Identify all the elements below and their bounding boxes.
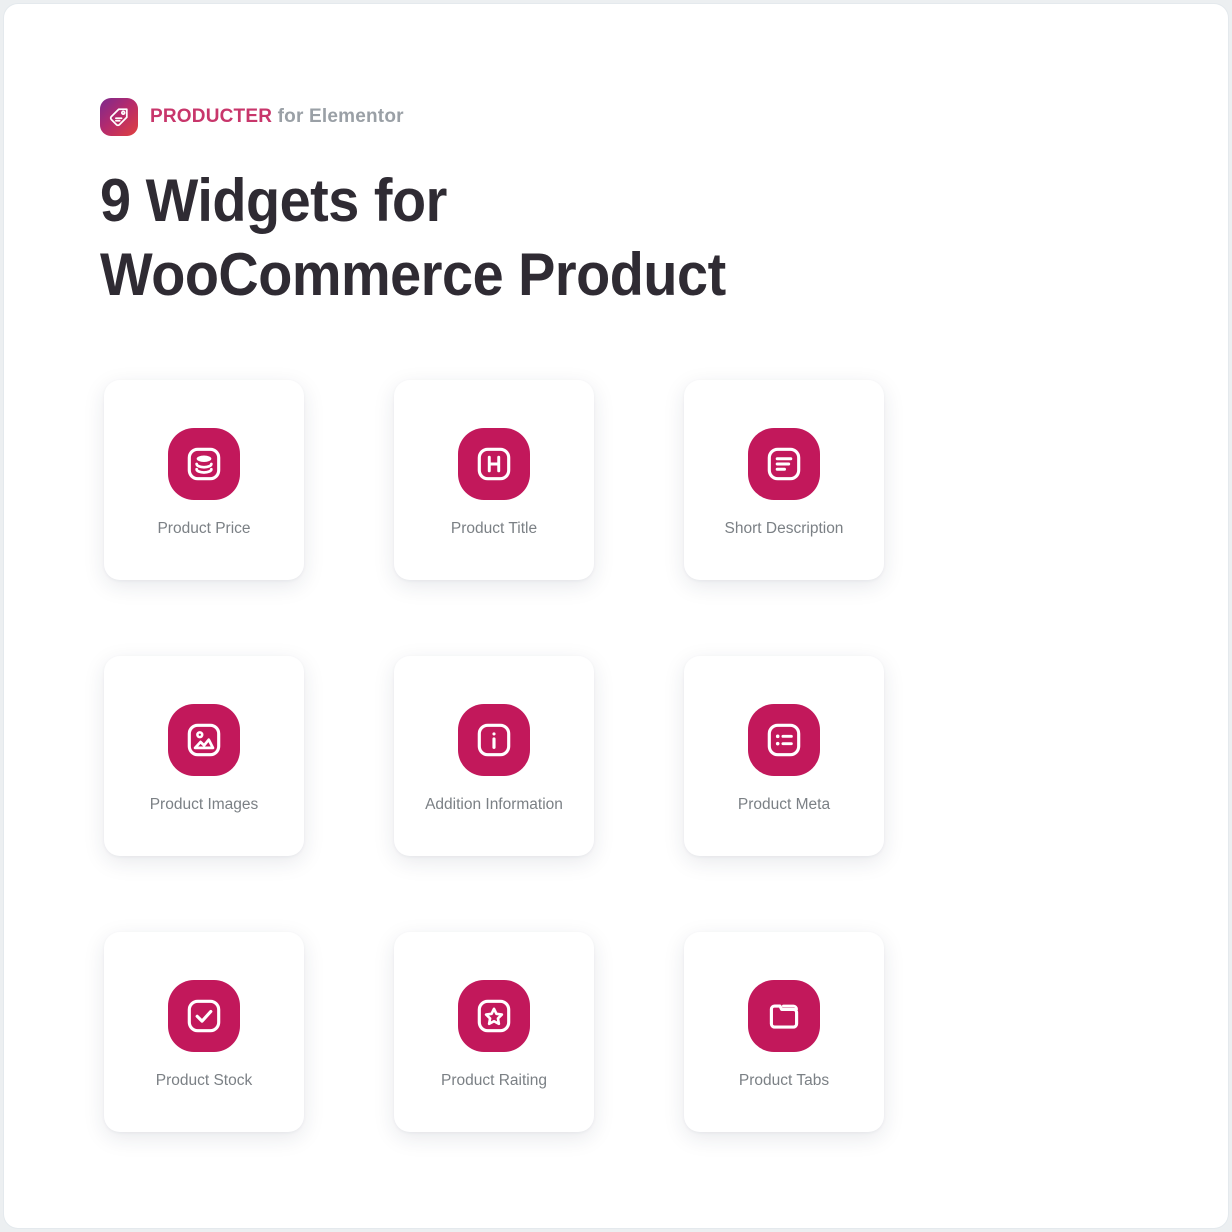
poster-canvas: PRODUCTER for Elementor 9 Widgets for Wo… — [4, 4, 1228, 1228]
widget-card-product-stock[interactable]: Product Stock — [104, 932, 304, 1132]
widget-card-product-title[interactable]: Product Title — [394, 380, 594, 580]
page-title: 9 Widgets for WooCommerce Product — [100, 164, 726, 313]
price-tag-icon — [100, 98, 138, 136]
checkmark-box-icon — [168, 980, 240, 1052]
brand-name: PRODUCTER — [150, 106, 273, 127]
widget-label: Short Description — [724, 520, 844, 537]
page-title-line-1: 9 Widgets for — [100, 167, 447, 234]
widget-card-product-price[interactable]: Product Price — [104, 380, 304, 580]
image-photo-icon — [168, 704, 240, 776]
widget-card-short-description[interactable]: Short Description — [684, 380, 884, 580]
widget-card-addition-information[interactable]: Addition Information — [394, 656, 594, 856]
widget-label: Product Price — [157, 520, 251, 537]
page-title-line-2: WooCommerce Product — [100, 241, 726, 309]
coins-stack-icon — [168, 428, 240, 500]
folder-tab-icon — [748, 980, 820, 1052]
brand-lockup: PRODUCTER for Elementor — [100, 98, 404, 136]
brand-text: PRODUCTER for Elementor — [150, 106, 404, 128]
widget-card-product-meta[interactable]: Product Meta — [684, 656, 884, 856]
widget-card-product-tabs[interactable]: Product Tabs — [684, 932, 884, 1132]
bulleted-list-icon — [748, 704, 820, 776]
text-lines-icon — [748, 428, 820, 500]
widget-grid: Product Price Product Title Short Descri… — [104, 380, 884, 1132]
widget-card-product-images[interactable]: Product Images — [104, 656, 304, 856]
brand-suffix: for Elementor — [272, 106, 404, 127]
info-circle-icon — [458, 704, 530, 776]
widget-label: Product Tabs — [738, 1072, 830, 1089]
widget-label: Product Raiting — [441, 1072, 547, 1089]
letter-h-icon — [458, 428, 530, 500]
poster-content: PRODUCTER for Elementor 9 Widgets for Wo… — [100, 4, 1228, 1228]
widget-label: Product Stock — [155, 1072, 253, 1089]
widget-label: Product Images — [149, 796, 259, 813]
widget-label: Product Meta — [737, 796, 831, 813]
widget-card-product-raiting[interactable]: Product Raiting — [394, 932, 594, 1132]
widget-label: Product Title — [450, 520, 538, 537]
star-box-icon — [458, 980, 530, 1052]
widget-label: Addition Information — [425, 796, 563, 813]
